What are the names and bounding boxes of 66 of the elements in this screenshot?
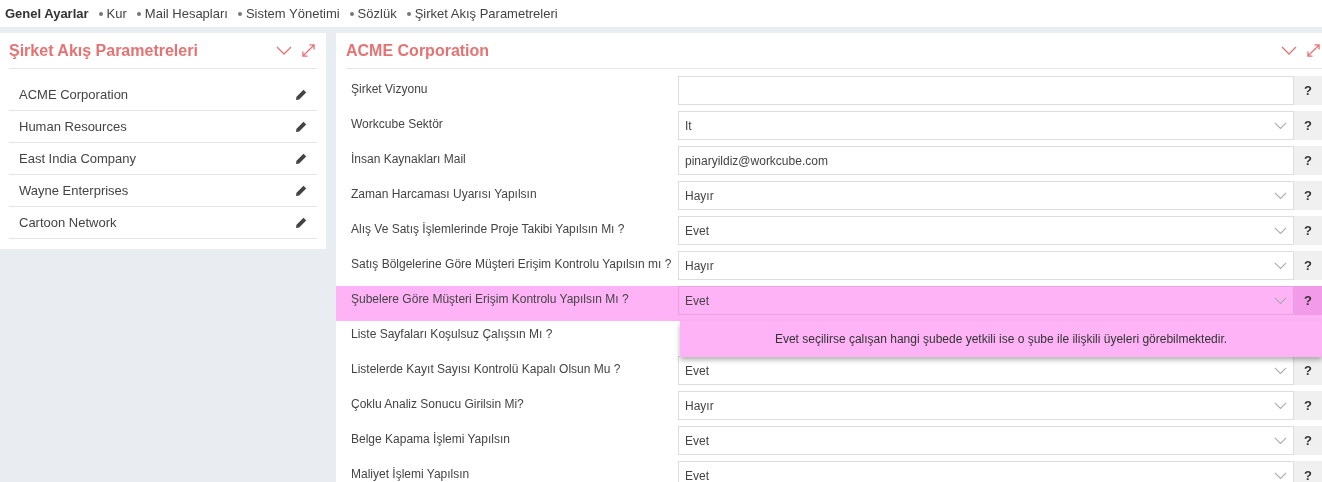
company-link[interactable]: Wayne Enterprises (19, 180, 129, 201)
chevron-down-icon (1274, 226, 1287, 235)
field-label: Listelerde Kayıt Sayısı Kontrolü Kapalı Olsun Mu ? (350, 361, 622, 378)
field-label: Şubelere Göre Müşteri Erişim Kontrolu Yapılsın Mı ? (350, 291, 630, 308)
field-label: Liste Sayfaları Koşulsuz Çalışsın Mı ? (350, 326, 554, 343)
company-link[interactable]: East India Company (19, 148, 137, 169)
chevron-down-icon (1274, 296, 1287, 305)
select-field[interactable]: Hayır (678, 181, 1294, 210)
text-field[interactable]: pinaryildiz@workcube.com (678, 146, 1294, 175)
pencil-icon[interactable] (295, 184, 307, 197)
help-button[interactable]: ? (1294, 391, 1322, 420)
field-label: İnsan Kaynakları Mail (350, 151, 467, 168)
company-link[interactable]: Cartoon Network (19, 212, 117, 233)
hint-tooltip: Evet seçilirse çalışan hangi şubede yetkili ise o şube ile ilişkili üyeleri görebilmektedir. (680, 321, 1322, 357)
company-link[interactable]: ACME Corporation (19, 84, 129, 105)
help-button[interactable]: ? (1294, 111, 1322, 140)
pencil-icon[interactable] (295, 88, 307, 101)
help-button[interactable]: ? (1294, 356, 1322, 385)
expand-icon[interactable] (1307, 44, 1320, 57)
field-label: Workcube Sektör (350, 116, 444, 133)
breadcrumb-link[interactable]: Sözlük (349, 3, 397, 24)
help-button[interactable]: ? (1294, 76, 1322, 105)
field-label: Belge Kapama İşlemi Yapılsın (350, 431, 511, 448)
collapse-icon (1281, 45, 1297, 56)
field-label: Maliyet İşlemi Yapılsın (350, 466, 471, 482)
company-link[interactable]: Human Resources (19, 116, 127, 137)
help-button[interactable]: ? (1294, 461, 1322, 482)
help-button[interactable]: ? (1294, 286, 1322, 315)
breadcrumb-link[interactable]: Genel Ayarlar (5, 3, 89, 24)
field-label: Şirket Vizyonu (350, 81, 429, 98)
help-button[interactable]: ? (1294, 146, 1322, 175)
select-field[interactable]: It (678, 111, 1294, 140)
chevron-down-icon (1274, 121, 1287, 130)
select-field[interactable]: Hayır (678, 251, 1294, 280)
pencil-icon[interactable] (295, 152, 307, 165)
chevron-down-icon (1274, 191, 1287, 200)
field-label: Çoklu Analiz Sonucu Girilsin Mi? (350, 396, 525, 413)
chevron-down-icon (1274, 366, 1287, 375)
field-label: Zaman Harcaması Uyarısı Yapılsın (350, 186, 538, 203)
text-field[interactable] (678, 76, 1294, 105)
breadcrumb-link[interactable]: Sistem Yönetimi (237, 3, 340, 24)
help-button[interactable]: ? (1294, 251, 1322, 280)
chevron-down-icon (1274, 261, 1287, 270)
breadcrumb-link[interactable]: Şirket Akış Parametreleri (406, 3, 558, 24)
help-button[interactable]: ? (1294, 181, 1322, 210)
panel-title: ACME Corporation (346, 40, 490, 61)
expand-icon[interactable] (302, 44, 315, 57)
select-field[interactable]: Evet (678, 461, 1294, 482)
collapse-icon (276, 45, 292, 56)
help-button[interactable]: ? (1294, 216, 1322, 245)
pencil-icon[interactable] (295, 216, 307, 229)
select-field[interactable]: Evet (678, 356, 1294, 385)
help-button[interactable]: ? (1294, 426, 1322, 455)
select-field[interactable]: Hayır (678, 391, 1294, 420)
chevron-down-icon (1274, 436, 1287, 445)
field-label: Satış Bölgelerine Göre Müşteri Erişim Kontrolu Yapılsın mı ? (350, 256, 673, 273)
panel-title: Şirket Akış Parametreleri (9, 40, 198, 61)
select-field[interactable]: Evet (678, 426, 1294, 455)
select-field[interactable]: Evet (678, 286, 1294, 315)
field-label: Alış Ve Satış İşlemlerinde Proje Takibi Yapılsın Mı ? (350, 221, 626, 238)
select-field[interactable]: Evet (678, 216, 1294, 245)
breadcrumb-link[interactable]: Mail Hesapları (136, 3, 228, 24)
chevron-down-icon (1274, 471, 1287, 480)
chevron-down-icon (1274, 401, 1287, 410)
pencil-icon[interactable] (295, 120, 307, 133)
breadcrumb-link[interactable]: Kur (98, 3, 127, 24)
